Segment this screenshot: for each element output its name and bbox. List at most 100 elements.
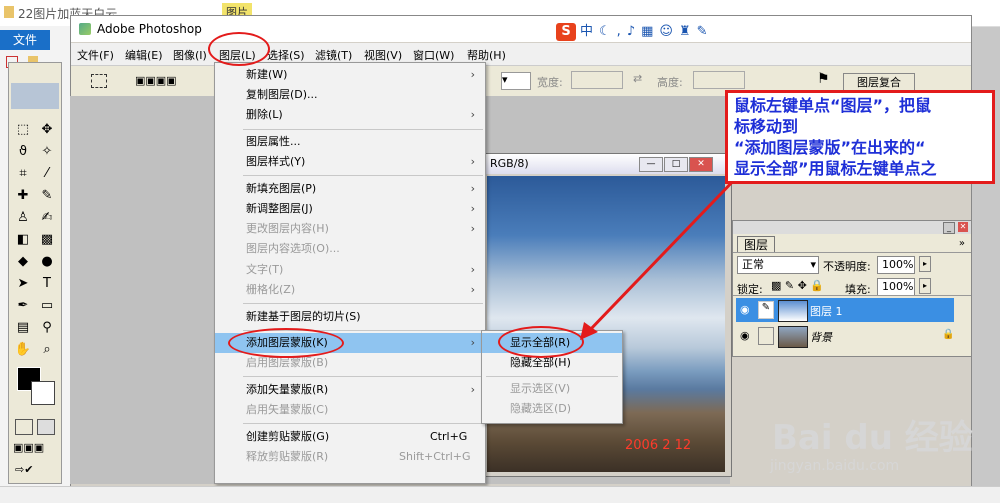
width-input[interactable] xyxy=(571,71,623,89)
app-titlebar: Adobe Photoshop S 中 ☾, ♪ ▦ ☺ ♜ ✎ xyxy=(71,16,971,42)
menu-item-new[interactable]: 新建(W) › xyxy=(215,65,485,85)
selection-mode-icons[interactable]: ▣▣▣▣ xyxy=(135,74,195,87)
fill-input[interactable]: 100% xyxy=(877,278,915,296)
note-line: 显示全部”用鼠标左键单点之 xyxy=(734,159,937,178)
blur-icon[interactable]: ◆ xyxy=(13,253,33,271)
menu-edit[interactable]: 编辑(E) xyxy=(125,47,163,63)
menu-item-duplicate[interactable]: 复制图层(D)... xyxy=(215,85,485,105)
swap-icon[interactable]: ⇄ xyxy=(633,72,642,85)
menu-separator xyxy=(243,376,483,377)
magic-wand-icon[interactable]: ✧ xyxy=(37,143,57,161)
quickmask-mode-icon[interactable] xyxy=(37,419,55,435)
opacity-label: 不透明度: xyxy=(823,260,871,273)
menu-item-new-fill-layer[interactable]: 新填充图层(P) › xyxy=(215,179,485,199)
brush-palette-icon[interactable]: ⚑ xyxy=(817,71,830,87)
file-button[interactable]: 文件 xyxy=(0,30,50,50)
menu-separator xyxy=(243,175,483,176)
ime-toolbar[interactable]: S 中 ☾, ♪ ▦ ☺ ♜ ✎ xyxy=(556,20,756,41)
panel-menu-icon[interactable]: » xyxy=(959,238,965,249)
menu-select[interactable]: 选择(S) xyxy=(267,47,305,63)
menu-item-label: 释放剪贴蒙版(R) xyxy=(246,450,329,463)
zoom-icon[interactable]: ⌕ xyxy=(37,341,57,359)
menu-item-label: 创建剪贴蒙版(G) xyxy=(246,430,330,443)
eraser-icon[interactable]: ◧ xyxy=(13,231,33,249)
background-color[interactable] xyxy=(31,381,55,405)
lock-icons[interactable]: ▩ ✎ ✥ 🔒 xyxy=(771,279,824,292)
menu-filter[interactable]: 滤镜(T) xyxy=(315,47,352,63)
note-line: 标移动到 xyxy=(734,117,799,136)
panel-close-icon[interactable]: ✕ xyxy=(958,222,968,232)
menu-view[interactable]: 视图(V) xyxy=(364,47,402,63)
layer-name[interactable]: 背景 xyxy=(810,329,832,345)
shirt-icon[interactable]: ♜ xyxy=(679,24,691,39)
layer-row[interactable]: ◉ 背景 🔒 xyxy=(736,324,954,348)
chevron-right-icon: › xyxy=(470,202,475,215)
menu-item-layer-properties[interactable]: 图层属性... xyxy=(215,132,485,152)
chevron-right-icon: › xyxy=(470,283,475,296)
comma-icon[interactable]: , xyxy=(617,24,621,39)
eyedropper-icon[interactable]: ⚲ xyxy=(37,319,57,337)
height-input[interactable] xyxy=(693,71,745,89)
layer-row[interactable]: ◉ ✎ 图层 1 xyxy=(736,298,954,322)
menu-item-new-layer-based-slice[interactable]: 新建基于图层的切片(S) xyxy=(215,307,485,327)
height-label: 高度: xyxy=(657,76,683,89)
watermark-brand: Bai du 经验 xyxy=(772,418,973,458)
imageready-icon[interactable]: ⇨✔ xyxy=(15,463,55,477)
stamp-icon[interactable]: ♙ xyxy=(13,209,33,227)
fill-arrow-icon[interactable]: ▸ xyxy=(919,278,931,294)
menu-item-label: 图层内容选项(O)... xyxy=(246,242,340,255)
keyboard-icon[interactable]: ▦ xyxy=(641,24,653,39)
notes-icon[interactable]: ▤ xyxy=(13,319,33,337)
slice-icon[interactable]: ⁄ xyxy=(37,165,57,183)
menu-item-new-adjustment-layer[interactable]: 新调整图层(J) › xyxy=(215,199,485,219)
user-icon[interactable]: ☺ xyxy=(659,24,673,39)
menu-help[interactable]: 帮助(H) xyxy=(467,47,506,63)
hand-icon[interactable]: ✋ xyxy=(13,341,33,359)
style-dropdown[interactable]: ▾ xyxy=(501,72,531,90)
wrench-icon[interactable]: ✎ xyxy=(697,24,708,39)
menu-separator xyxy=(243,303,483,304)
menu-item-layer-content-options: 图层内容选项(O)... xyxy=(215,239,485,259)
dodge-icon[interactable]: ● xyxy=(37,253,57,271)
gradient-icon[interactable]: ▩ xyxy=(37,231,57,249)
chevron-right-icon: › xyxy=(470,155,475,168)
note-line: “添加图层蒙版”在出来的“ xyxy=(734,138,926,157)
opacity-input[interactable]: 100% xyxy=(877,256,915,274)
screen-mode-icons[interactable]: ▣▣▣ xyxy=(13,441,57,455)
pen-icon[interactable]: ✒ xyxy=(13,297,33,315)
opacity-arrow-icon[interactable]: ▸ xyxy=(919,256,931,272)
brush-link-icon[interactable]: ✎ xyxy=(758,301,774,319)
mic-icon[interactable]: ♪ xyxy=(627,24,635,39)
lasso-icon[interactable]: ϑ xyxy=(13,143,33,161)
healing-icon[interactable]: ✚ xyxy=(13,187,33,205)
menu-image[interactable]: 图像(I) xyxy=(173,47,207,63)
photoshop-logo-icon xyxy=(79,23,91,35)
menu-separator xyxy=(243,423,483,424)
ime-mode[interactable]: 中 xyxy=(580,24,593,39)
crop-icon[interactable]: ⌗ xyxy=(13,165,33,183)
chevron-right-icon: › xyxy=(470,182,475,195)
layer-name[interactable]: 图层 1 xyxy=(810,303,843,319)
opacity-value: 100% xyxy=(882,258,914,271)
menu-item-layer-style[interactable]: 图层样式(Y) › xyxy=(215,152,485,172)
move-icon[interactable]: ✥ xyxy=(37,121,57,139)
menu-item-create-clipping-mask[interactable]: 创建剪贴蒙版(G) Ctrl+G xyxy=(215,427,485,447)
menu-window[interactable]: 窗口(W) xyxy=(413,47,454,63)
moon-icon[interactable]: ☾ xyxy=(599,24,611,39)
menu-item-add-vector-mask[interactable]: 添加矢量蒙版(R) › xyxy=(215,380,485,400)
highlight-ring-add-mask xyxy=(228,328,344,358)
marquee-tool-icon[interactable] xyxy=(91,74,107,88)
panel-minimize-icon[interactable]: _ xyxy=(943,222,955,234)
shape-icon[interactable]: ▭ xyxy=(37,297,57,315)
history-brush-icon[interactable]: ✍ xyxy=(37,209,57,227)
layer-menu: 新建(W) › 复制图层(D)... 删除(L) › 图层属性... 图层样式(Y)… xyxy=(214,62,486,484)
menu-file[interactable]: 文件(F) xyxy=(77,47,114,63)
marquee-icon[interactable]: ⬚ xyxy=(13,121,33,139)
standard-mode-icon[interactable] xyxy=(15,419,33,435)
link-slot-icon[interactable] xyxy=(758,327,774,345)
watermark-url: jingyan.baidu.com xyxy=(770,458,900,474)
brush-icon[interactable]: ✎ xyxy=(37,187,57,205)
path-select-icon[interactable]: ➤ xyxy=(13,275,33,293)
type-icon[interactable]: T xyxy=(37,275,57,293)
menu-item-delete[interactable]: 删除(L) › xyxy=(215,105,485,125)
